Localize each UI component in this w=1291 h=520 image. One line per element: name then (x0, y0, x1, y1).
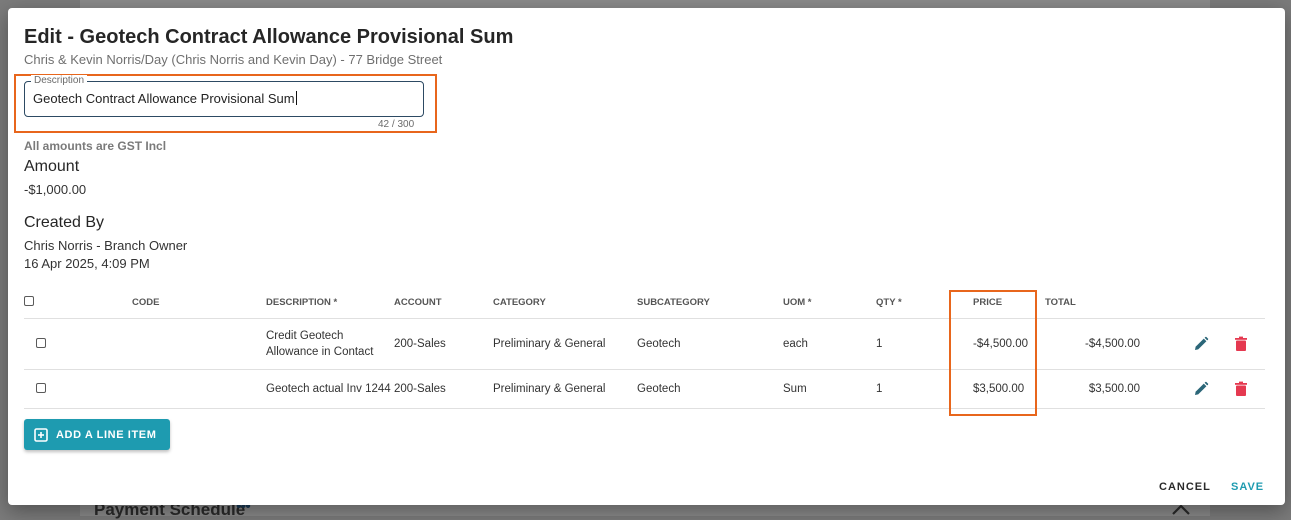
trash-icon[interactable] (1233, 336, 1249, 352)
row-uom: Sum (783, 369, 876, 409)
row-category: Preliminary & General (493, 369, 637, 409)
description-label: Description (31, 75, 88, 87)
row-subcategory: Geotech (637, 318, 783, 370)
row-checkbox[interactable] (36, 382, 46, 393)
pencil-icon[interactable] (1193, 336, 1209, 352)
description-field[interactable]: Description Geotech Contract Allowance P… (24, 75, 424, 117)
row-code (58, 369, 257, 409)
row-account: 200-Sales (394, 369, 493, 409)
header-code: CODE (58, 286, 257, 319)
edit-dialog: Edit - Geotech Contract Allowance Provis… (8, 8, 1285, 505)
pencil-icon[interactable] (1193, 381, 1209, 397)
created-by-name: Chris Norris - Branch Owner (24, 238, 188, 253)
table-row: Credit Geotech Allowance in Contact 200-S… (24, 318, 1265, 370)
header-description: DESCRIPTION * (257, 286, 394, 319)
cancel-button[interactable]: CANCEL (1159, 481, 1211, 493)
header-category: CATEGORY (493, 286, 637, 319)
character-counter: 42 / 300 (378, 119, 415, 130)
price-column-highlight-box (949, 290, 1037, 416)
row-description: Credit Geotech Allowance in Contact (257, 318, 394, 370)
table-header-row: CODE DESCRIPTION * ACCOUNT CATEGORY SUBC… (24, 286, 1265, 319)
add-box-icon (34, 427, 48, 442)
trash-icon[interactable] (1233, 381, 1249, 397)
table-row: Geotech actual Inv 1244 200-Sales Prelim… (24, 369, 1265, 409)
add-line-item-label: ADD A LINE ITEM (56, 428, 157, 441)
save-button[interactable]: SAVE (1231, 481, 1264, 493)
row-category: Preliminary & General (493, 318, 637, 370)
created-by-label: Created By (24, 214, 105, 231)
add-line-item-button[interactable]: ADD A LINE ITEM (24, 419, 170, 450)
header-subcategory: SUBCATEGORY (637, 286, 783, 319)
header-uom: UOM * (783, 286, 876, 319)
row-total: $3,500.00 (1045, 369, 1140, 409)
header-total: TOTAL (1045, 286, 1140, 319)
row-checkbox[interactable] (36, 337, 46, 348)
created-by-date: 16 Apr 2025, 4:09 PM (24, 256, 150, 271)
row-total: -$4,500.00 (1045, 318, 1140, 370)
dialog-title: Edit - Geotech Contract Allowance Provis… (24, 26, 514, 48)
select-all-checkbox[interactable] (24, 295, 34, 306)
dialog-subtitle: Chris & Kevin Norris/Day (Chris Norris a… (24, 52, 443, 67)
row-code (58, 318, 257, 370)
amount-value: -$1,000.00 (24, 182, 87, 197)
header-account: ACCOUNT (394, 286, 493, 319)
row-account: 200-Sales (394, 318, 493, 370)
line-items-table: CODE DESCRIPTION * ACCOUNT CATEGORY SUBC… (24, 286, 1265, 409)
row-subcategory: Geotech (637, 369, 783, 409)
amount-label: Amount (24, 158, 80, 175)
row-uom: each (783, 318, 876, 370)
row-description: Geotech actual Inv 1244 (257, 369, 394, 409)
gst-note: All amounts are GST Incl (24, 139, 167, 153)
description-input[interactable]: Geotech Contract Allowance Provisional S… (33, 91, 297, 106)
